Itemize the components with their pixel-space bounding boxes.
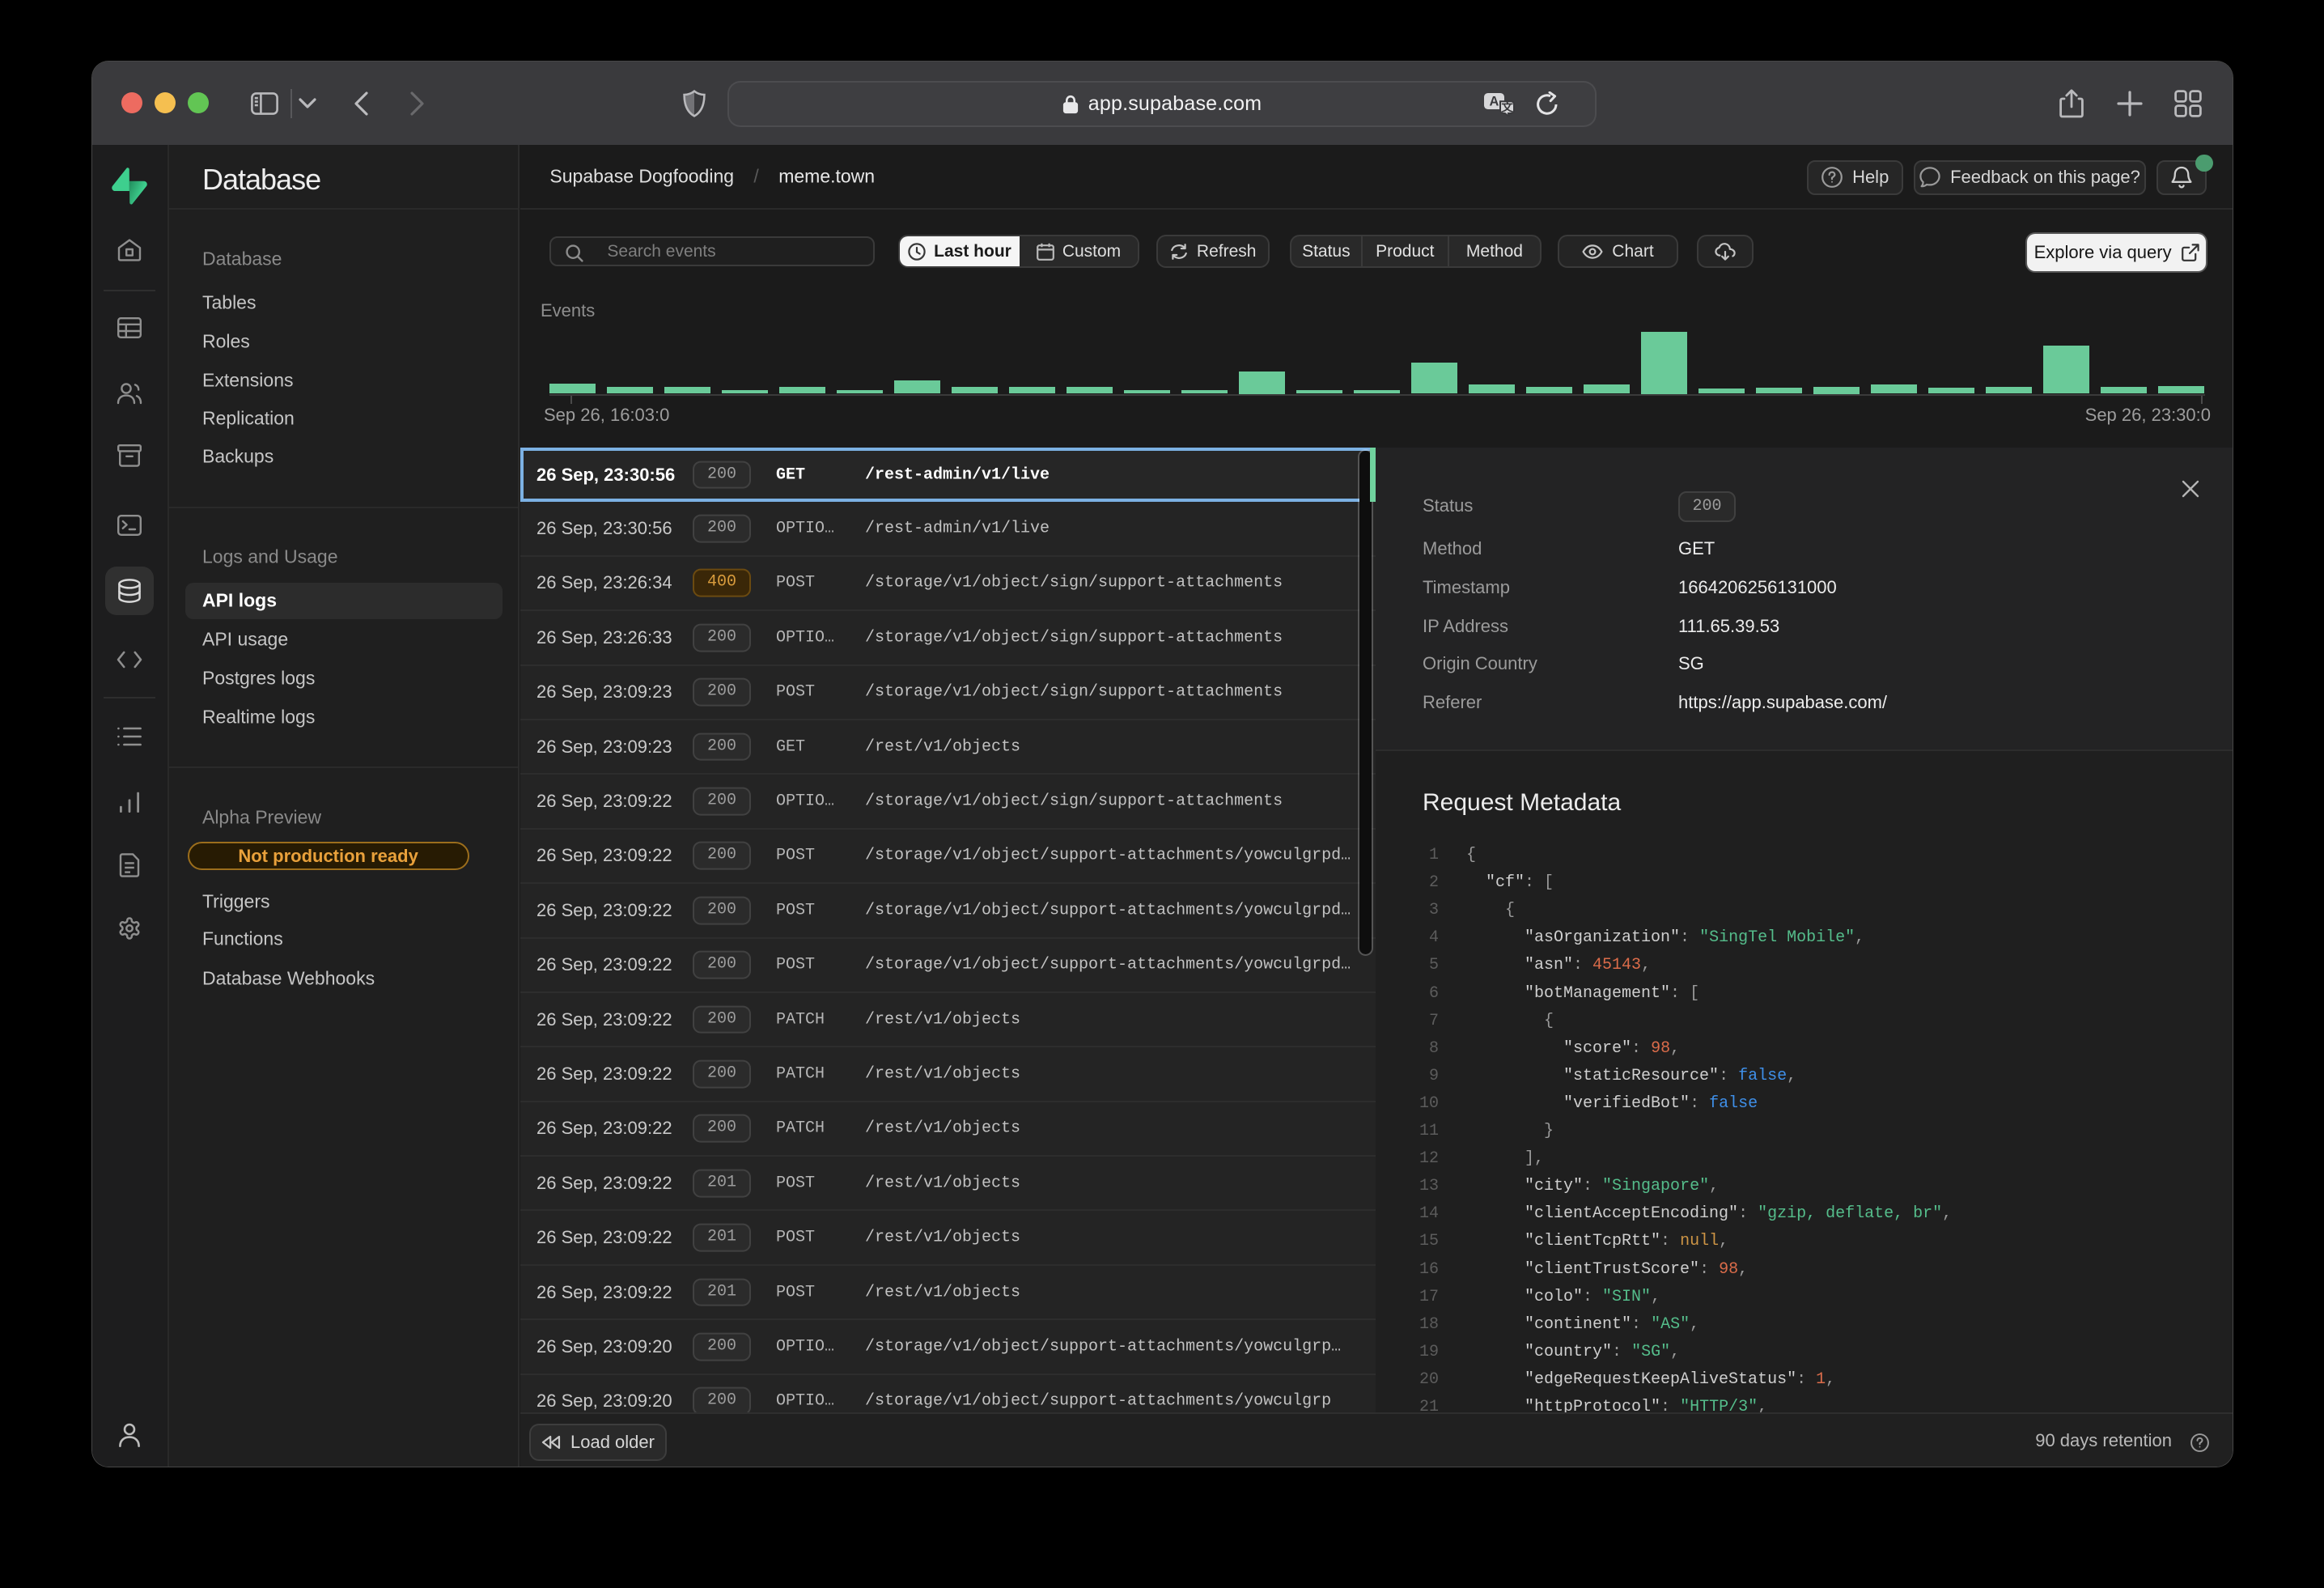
svg-text:文: 文 bbox=[1501, 100, 1513, 115]
svg-text:A: A bbox=[1489, 95, 1499, 109]
